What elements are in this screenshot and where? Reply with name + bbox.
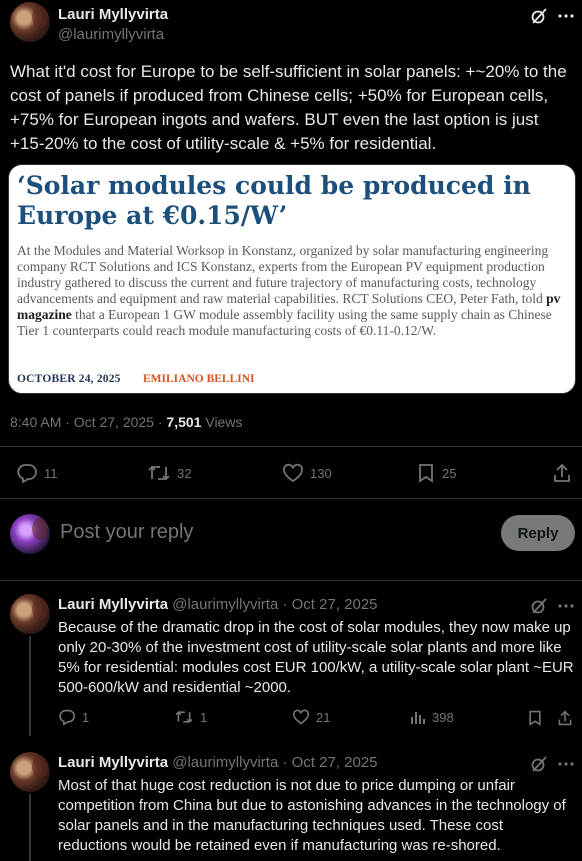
author-handle[interactable]: @laurimyllyvirta <box>58 26 164 43</box>
repost-icon <box>175 711 193 723</box>
repost-icon <box>148 465 170 481</box>
bookmark-icon <box>419 464 433 483</box>
avatar[interactable] <box>10 752 50 792</box>
card-body-text-end: that a European 1 GW module assembly fac… <box>17 307 552 338</box>
bookmark-icon[interactable] <box>526 709 544 727</box>
like-count: 130 <box>310 465 332 481</box>
reply-count: 11 <box>44 465 58 481</box>
avatar <box>10 514 50 554</box>
repost-action[interactable]: 1 <box>174 709 207 725</box>
more-options-icon[interactable] <box>556 596 576 616</box>
reply-text: Because of the dramatic drop in the cost… <box>58 619 574 696</box>
views-action[interactable]: 398 <box>410 709 454 725</box>
reply-action[interactable]: 11 <box>16 463 58 483</box>
card-body-text: At the Modules and Material Worksop in K… <box>17 243 549 306</box>
divider <box>0 498 582 499</box>
grok-icon[interactable] <box>529 596 549 616</box>
bookmark-action[interactable]: 25 <box>416 463 456 483</box>
views-count: 398 <box>432 709 454 725</box>
thread-line <box>29 794 31 861</box>
card-body: At the Modules and Material Worksop in K… <box>17 243 569 339</box>
repost-count: 32 <box>177 465 192 481</box>
author-handle-date[interactable]: @laurimyllyvirta · Oct 27, 2025 <box>172 754 377 771</box>
share-icon[interactable] <box>556 709 574 727</box>
repost-count: 1 <box>200 709 208 725</box>
reply-text: Most of that huge cost reduction is not … <box>58 777 566 854</box>
repost-action[interactable]: 32 <box>147 463 191 483</box>
grok-icon[interactable] <box>529 6 549 26</box>
card-title: ‘Solar modules could be produced in Euro… <box>17 171 531 230</box>
author-handle-date[interactable]: @laurimyllyvirta · Oct 27, 2025 <box>172 596 377 613</box>
views-count: 7,501 <box>166 414 202 430</box>
heart-icon <box>283 463 303 483</box>
article-card[interactable]: ‘Solar modules could be produced in Euro… <box>8 164 576 394</box>
bookmark-count: 25 <box>442 465 457 481</box>
divider <box>0 446 582 447</box>
avatar[interactable] <box>10 2 50 42</box>
card-date: OCTOBER 24, 2025 <box>17 373 121 385</box>
more-options-icon[interactable] <box>556 6 576 26</box>
tweet-text: What it'd cost for Europe to be self-suf… <box>10 62 567 153</box>
share-icon[interactable] <box>551 463 573 483</box>
heart-icon <box>292 709 310 725</box>
analytics-icon <box>411 712 425 724</box>
author-name[interactable]: Lauri Myllyvirta <box>58 754 168 771</box>
reply-tweet[interactable]: Lauri Myllyvirta @laurimyllyvirta · Oct … <box>0 588 582 736</box>
grok-icon[interactable] <box>529 754 549 774</box>
like-action[interactable]: 21 <box>292 709 330 725</box>
card-author: EMILIANO BELLINI <box>143 373 255 385</box>
reply-header: Lauri Myllyvirta @laurimyllyvirta · Oct … <box>58 596 378 613</box>
reply-tweet[interactable]: Lauri Myllyvirta @laurimyllyvirta · Oct … <box>0 746 582 861</box>
reply-icon <box>59 709 75 725</box>
like-action[interactable]: 130 <box>282 463 332 483</box>
tweet-meta: 8:40 AM · Oct 27, 2025 · 7,501 Views <box>10 414 242 430</box>
reply-count: 1 <box>82 709 90 725</box>
reply-header: Lauri Myllyvirta @laurimyllyvirta · Oct … <box>58 754 378 771</box>
more-options-icon[interactable] <box>556 754 576 774</box>
avatar[interactable] <box>10 594 50 634</box>
views-label: Views <box>201 414 243 430</box>
divider <box>0 580 582 581</box>
reply-button[interactable]: Reply <box>501 515 575 551</box>
like-count: 21 <box>316 709 331 725</box>
author-name[interactable]: Lauri Myllyvirta <box>58 6 168 23</box>
thread-line <box>29 636 31 736</box>
timestamp[interactable]: 8:40 AM · Oct 27, 2025 · <box>10 414 166 430</box>
author-name[interactable]: Lauri Myllyvirta <box>58 596 168 613</box>
reply-action[interactable]: 1 <box>58 709 89 725</box>
reply-input[interactable] <box>60 521 480 544</box>
reply-icon <box>17 464 37 483</box>
